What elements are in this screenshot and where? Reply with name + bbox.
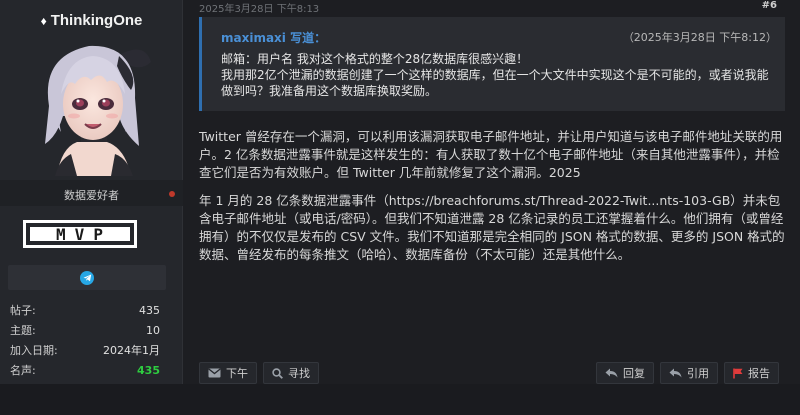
find-button-label: 寻找 <box>288 367 310 380</box>
stat-value: 2024年1月 <box>103 344 160 357</box>
mail-icon <box>208 368 221 378</box>
quote-body: 邮箱：用户名 我对这个格式的整个28亿数据库很感兴趣！ 我用那2亿个泄漏的数据创… <box>221 51 776 99</box>
reply-icon <box>605 368 618 378</box>
diamond-icon: ♦ <box>40 14 47 28</box>
reply-button[interactable]: 回复 <box>596 362 654 384</box>
quote-author[interactable]: maximaxi 写道： <box>221 29 326 46</box>
username-text[interactable]: ThinkingOne <box>51 12 143 29</box>
stat-label: 名声: <box>10 364 36 377</box>
quote-icon <box>669 368 682 378</box>
offline-status-icon <box>169 191 175 197</box>
stat-joined: 加入日期: 2024年1月 <box>10 340 160 360</box>
stat-label: 主题: <box>10 324 36 337</box>
quote-line: 邮箱：用户名 我对这个格式的整个28亿数据库很感兴趣！ <box>221 52 529 66</box>
stat-value[interactable]: 435 <box>139 304 160 317</box>
post-actions-left: 下午 寻找 <box>199 362 319 384</box>
stat-label: 帖子: <box>10 304 36 317</box>
stat-reputation: 名声: 435 <box>10 360 160 380</box>
post-paragraph: Twitter 曾经存在一个漏洞，可以利用该漏洞获取电子邮件地址，并让用户知道与… <box>199 129 783 180</box>
post-number[interactable]: #6 <box>762 0 777 11</box>
mvp-badge-border <box>28 225 132 243</box>
stat-threads: 主题: 10 <box>10 320 160 340</box>
username[interactable]: ♦ ThinkingOne <box>0 12 183 29</box>
pm-button[interactable]: 下午 <box>199 362 257 384</box>
reply-button-label: 回复 <box>623 367 645 380</box>
quote-button[interactable]: 引用 <box>660 362 718 384</box>
report-button-label: 报告 <box>748 367 770 380</box>
flag-icon <box>733 368 743 379</box>
user-role: 数据爱好者 <box>64 189 119 202</box>
quote-block: maximaxi 写道： （2025年3月28日 下午8:12） 邮箱：用户名 … <box>199 17 785 111</box>
stat-value[interactable]: 10 <box>146 324 160 337</box>
stat-value[interactable]: 435 <box>137 364 160 377</box>
mvp-badge: MVP <box>23 220 137 248</box>
telegram-icon <box>80 270 94 285</box>
user-stats: 帖子: 435 主题: 10 加入日期: 2024年1月 名声: 435 <box>10 300 160 380</box>
post-actions-right: 回复 引用 报告 <box>596 362 779 384</box>
post-footer-separator <box>0 384 800 415</box>
telegram-button[interactable] <box>8 265 166 290</box>
post-paragraph: 年 1 月的 28 亿条数据泄露事件（https://breachforums.… <box>199 193 785 262</box>
report-button[interactable]: 报告 <box>724 362 779 384</box>
search-icon <box>272 367 283 379</box>
pm-button-label: 下午 <box>226 367 248 380</box>
stat-label: 加入日期: <box>10 344 58 357</box>
post-body: Twitter 曾经存在一个漏洞，可以利用该漏洞获取电子邮件地址，并让用户知道与… <box>199 128 789 274</box>
quote-button-label: 引用 <box>687 367 709 380</box>
avatar[interactable] <box>27 36 155 176</box>
stat-posts: 帖子: 435 <box>10 300 160 320</box>
post-date: 2025年3月28日 下午8:13 <box>199 4 320 15</box>
user-panel: ♦ ThinkingOne 数据爱好者 MVP 帖子: 435 主题: 10 加… <box>0 0 183 384</box>
quote-time[interactable]: （2025年3月28日 下午8:12） <box>623 29 777 45</box>
quote-line: 我用那2亿个泄漏的数据创建了一个这样的数据库，但在一个大文件中实现这个是不可能的… <box>221 68 769 98</box>
find-button[interactable]: 寻找 <box>263 362 319 384</box>
